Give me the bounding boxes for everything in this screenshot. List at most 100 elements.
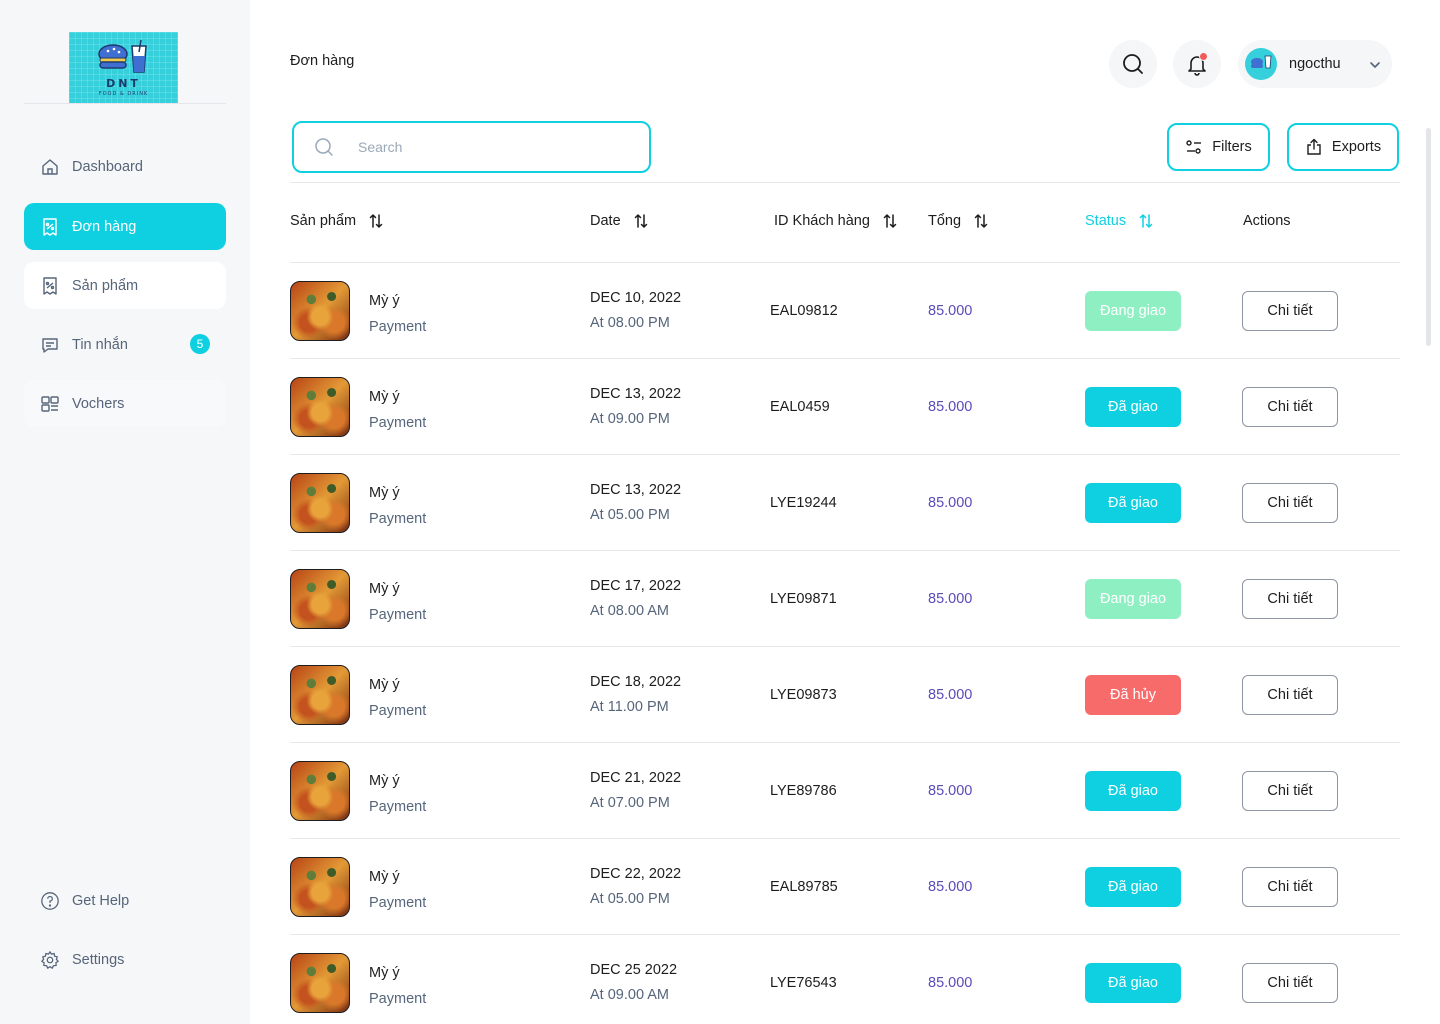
order-time: At 09.00 AM: [590, 987, 669, 1003]
order-time: At 08.00 PM: [590, 315, 670, 331]
message-icon: [40, 335, 60, 355]
brand-logo[interactable]: DNT FOOD & DRINK: [69, 32, 178, 103]
column-header-label: Status: [1085, 213, 1127, 229]
product-name: Mỳ ý: [369, 485, 400, 501]
sidebar: DNT FOOD & DRINK Dashboard Đơn hàng Sản …: [0, 0, 250, 1024]
order-total: 85.000: [928, 303, 973, 319]
column-header-label: Tổng: [928, 213, 962, 229]
product-name: Mỳ ý: [369, 869, 400, 885]
column-header-total[interactable]: Tổng: [928, 213, 988, 229]
table-row: Mỳ ý Payment DEC 17, 2022 At 08.00 AM LYE098…: [290, 551, 1400, 647]
order-total: 85.000: [928, 687, 973, 703]
sidebar-item-help[interactable]: Get Help: [24, 877, 226, 924]
order-total: 85.000: [928, 879, 973, 895]
order-total: 85.000: [928, 975, 973, 991]
detail-button[interactable]: Chi tiết: [1242, 291, 1338, 331]
order-total: 85.000: [928, 591, 973, 607]
column-header-date[interactable]: Date: [590, 213, 648, 229]
product-name: Mỳ ý: [369, 581, 400, 597]
detail-button[interactable]: Chi tiết: [1242, 675, 1338, 715]
detail-button[interactable]: Chi tiết: [1242, 483, 1338, 523]
order-time: At 11.00 PM: [590, 699, 669, 715]
product-thumbnail: [290, 761, 350, 821]
column-header-label: Actions: [1243, 213, 1291, 229]
search-input[interactable]: [358, 139, 618, 155]
product-name: Mỳ ý: [369, 293, 400, 309]
status-badge: Đã giao: [1085, 771, 1181, 811]
table-row: Mỳ ý Payment DEC 10, 2022 At 08.00 PM EAL098…: [290, 263, 1400, 359]
order-date: DEC 17, 2022: [590, 578, 682, 594]
sidebar-item-products[interactable]: Sản phẩm: [24, 262, 226, 309]
status-badge: Đã giao: [1085, 867, 1181, 907]
table-row: Mỳ ý Payment DEC 22, 2022 At 05.00 PM EAL897…: [290, 839, 1400, 935]
column-header-actions: Actions: [1243, 213, 1291, 229]
column-header-product[interactable]: Sản phẩm: [290, 213, 383, 229]
sidebar-item-settings[interactable]: Settings: [24, 936, 226, 983]
column-header-label: Date: [590, 213, 621, 229]
sidebar-item-vouchers[interactable]: Vochers: [24, 380, 226, 427]
detail-button[interactable]: Chi tiết: [1242, 387, 1338, 427]
sidebar-item-orders[interactable]: Đơn hàng: [24, 203, 226, 250]
toolbar-divider: [290, 182, 1400, 183]
status-badge: Đã giao: [1085, 387, 1181, 427]
customer-id: EAL0459: [770, 399, 830, 415]
sidebar-item-messages[interactable]: Tin nhắn 5: [24, 321, 226, 368]
customer-id: LYE76543: [770, 975, 837, 991]
user-name: ngocthu: [1289, 56, 1341, 72]
detail-button[interactable]: Chi tiết: [1242, 771, 1338, 811]
customer-id: EAL09812: [770, 303, 838, 319]
order-time: At 05.00 PM: [590, 891, 670, 907]
export-icon: [1305, 138, 1323, 156]
order-date: DEC 13, 2022: [590, 386, 682, 402]
product-thumbnail: [290, 857, 350, 917]
filter-icon: [1185, 138, 1203, 156]
sidebar-item-dashboard[interactable]: Dashboard: [24, 143, 226, 190]
payment-label: Payment: [369, 799, 427, 815]
product-thumbnail: [290, 953, 350, 1013]
product-thumbnail: [290, 665, 350, 725]
status-badge: Đang giao: [1085, 291, 1181, 331]
product-thumbnail: [290, 377, 350, 437]
search-box: [292, 121, 651, 173]
brand-subtitle: FOOD & DRINK: [98, 91, 149, 97]
sort-icon: [634, 213, 648, 229]
detail-button[interactable]: Chi tiết: [1242, 963, 1338, 1003]
exports-button[interactable]: Exports: [1287, 123, 1399, 171]
column-header-customer-id[interactable]: ID Khách hàng: [774, 213, 897, 229]
order-time: At 08.00 AM: [590, 603, 669, 619]
table-row: Mỳ ý Payment DEC 13, 2022 At 09.00 PM EAL045…: [290, 359, 1400, 455]
order-time: At 07.00 PM: [590, 795, 670, 811]
user-menu[interactable]: ngocthu: [1238, 40, 1392, 88]
payment-label: Payment: [369, 991, 427, 1007]
customer-id: LYE09873: [770, 687, 837, 703]
detail-button[interactable]: Chi tiết: [1242, 579, 1338, 619]
home-icon: [40, 157, 60, 177]
product-name: Mỳ ý: [369, 773, 400, 789]
detail-button[interactable]: Chi tiết: [1242, 867, 1338, 907]
product-name: Mỳ ý: [369, 389, 400, 405]
payment-label: Payment: [369, 607, 427, 623]
gear-icon: [40, 950, 60, 970]
product-name: Mỳ ý: [369, 677, 400, 693]
sidebar-item-label: Sản phẩm: [72, 277, 139, 294]
payment-label: Payment: [369, 703, 427, 719]
product-name: Mỳ ý: [369, 965, 400, 981]
sidebar-item-label: Vochers: [72, 395, 125, 412]
notifications-button[interactable]: [1173, 40, 1221, 88]
sort-icon: [974, 213, 988, 229]
search-icon: [314, 137, 334, 157]
filters-button[interactable]: Filters: [1167, 123, 1270, 171]
brand-title: DNT: [106, 77, 141, 90]
order-time: At 09.00 PM: [590, 411, 670, 427]
customer-id: LYE89786: [770, 783, 837, 799]
order-date: DEC 25 2022: [590, 962, 678, 978]
payment-label: Payment: [369, 511, 427, 527]
column-header-status[interactable]: Status: [1085, 213, 1153, 229]
sort-icon: [369, 213, 383, 229]
sidebar-item-label: Dashboard: [72, 158, 143, 175]
scrollbar[interactable]: [1426, 128, 1431, 346]
search-button[interactable]: [1109, 40, 1157, 88]
order-date: DEC 21, 2022: [590, 770, 682, 786]
help-icon: [40, 891, 60, 911]
sidebar-item-label: Đơn hàng: [72, 218, 137, 235]
